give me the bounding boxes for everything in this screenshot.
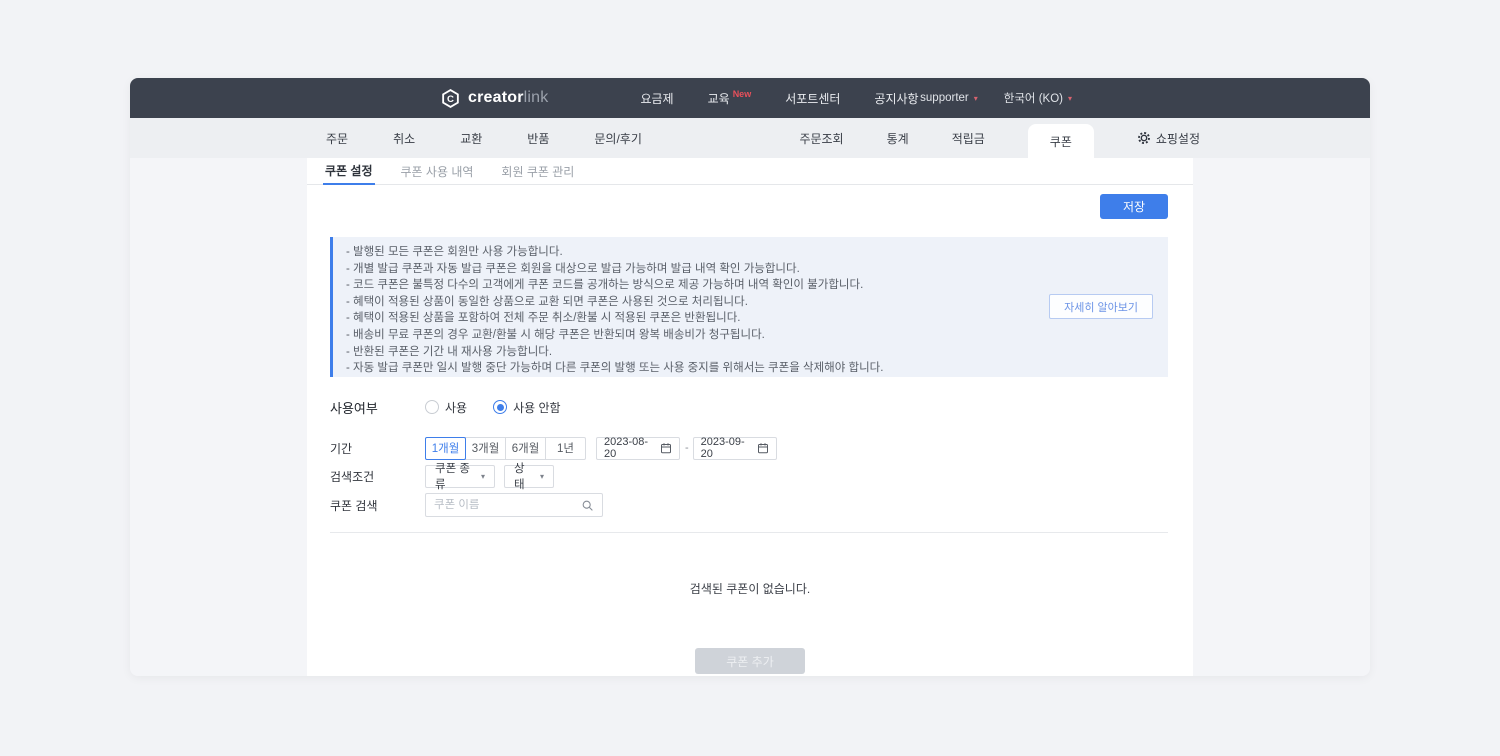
account-dropdown[interactable]: supporter ▾ <box>920 92 978 104</box>
notice-line: - 혜택이 적용된 상품이 동일한 상품으로 교환 되면 쿠폰은 사용된 것으로… <box>346 295 748 308</box>
brand-bold: creator <box>468 89 524 106</box>
creatorlink-hexagon-icon: C <box>440 88 461 109</box>
language-dropdown[interactable]: 한국어 (KO) ▾ <box>1004 90 1072 106</box>
subnav-item-order-lookup[interactable]: 주문조회 <box>799 130 843 147</box>
subnav-item-cancel[interactable]: 취소 <box>393 130 415 147</box>
learn-more-button[interactable]: 자세히 알아보기 <box>1049 294 1153 319</box>
usage-radio-group: 사용 사용 안함 <box>425 399 561 416</box>
notice-line: - 혜택이 적용된 상품을 포함하여 전체 주문 취소/환불 시 적용된 쿠폰은… <box>346 312 741 325</box>
subnav-item-inquiry-review[interactable]: 문의/후기 <box>594 130 642 147</box>
search-condition-label: 검색조건 <box>330 469 375 484</box>
start-date-value: 2023-08-20 <box>604 436 649 460</box>
status-value: 상태 <box>514 463 525 491</box>
svg-text:C: C <box>447 94 454 105</box>
subnav-item-statistics[interactable]: 통계 <box>887 130 909 147</box>
save-button[interactable]: 저장 <box>1100 194 1168 219</box>
coupon-tab-bar: 쿠폰 설정 쿠폰 사용 내역 회원 쿠폰 관리 <box>307 158 1193 185</box>
usage-label: 사용여부 <box>330 400 378 416</box>
subnav-item-return[interactable]: 반품 <box>527 130 549 147</box>
end-date-field[interactable]: 2023-09-20 <box>692 436 777 460</box>
top-navbar: C creatorlink 요금제 교육 New 서포트센터 공지사항 suppo… <box>130 78 1370 118</box>
status-dropdown[interactable]: 상태 ▾ <box>504 463 554 491</box>
main-area: 쿠폰 설정 쿠폰 사용 내역 회원 쿠폰 관리 저장 - 발행된 모든 쿠폰은 … <box>130 158 1370 676</box>
subnav-left-group: 주문 취소 교환 반품 문의/후기 <box>326 130 642 147</box>
period-preset-group: 1개월 3개월 6개월 1년 <box>425 436 586 460</box>
calendar-icon <box>660 442 672 454</box>
gear-icon <box>1137 131 1151 145</box>
subnav-item-points[interactable]: 적립금 <box>952 130 985 147</box>
end-date-value: 2023-09-20 <box>700 436 745 460</box>
empty-results-message: 검색된 쿠폰이 없습니다. <box>689 582 811 596</box>
brand-light: link <box>523 89 549 106</box>
radio-dot <box>496 403 504 411</box>
coupon-type-dropdown[interactable]: 쿠폰 종류 ▾ <box>425 463 495 491</box>
subnav-item-shop-settings[interactable]: 쇼핑설정 <box>1137 130 1200 147</box>
coupon-name-input[interactable] <box>434 499 581 511</box>
preset-1year-button[interactable]: 1년 <box>545 436 586 460</box>
top-menu: 요금제 교육 New 서포트센터 공지사항 <box>640 88 918 107</box>
search-condition-row: 검색조건 쿠폰 종류 ▾ 상태 ▾ <box>330 463 1193 491</box>
period-label: 기간 <box>330 441 353 456</box>
notice-line: - 코드 쿠폰은 불특정 다수의 고객에게 쿠폰 코드를 공개하는 방식으로 제… <box>346 279 864 292</box>
shop-subnav: 주문 취소 교환 반품 문의/후기 주문조회 통계 적립금 쿠폰 쇼핑설정 <box>130 118 1370 158</box>
coupon-search-form: 사용여부 사용 사용 안함 기간 1개월 3개월 6개월 1년 2023-08-… <box>330 395 1193 517</box>
coupon-notice-box: - 발행된 모든 쿠폰은 회원만 사용 가능합니다. - 개별 발급 쿠폰과 자… <box>330 237 1168 377</box>
coupon-settings-panel: 쿠폰 설정 쿠폰 사용 내역 회원 쿠폰 관리 저장 - 발행된 모든 쿠폰은 … <box>307 158 1193 676</box>
calendar-icon <box>757 442 769 454</box>
menu-item-notice[interactable]: 공지사항 <box>874 90 918 107</box>
subnav-item-orders[interactable]: 주문 <box>326 130 348 147</box>
menu-item-education[interactable]: 교육 New <box>708 88 752 107</box>
notice-line: - 배송비 무료 쿠폰의 경우 교환/환불 시 해당 쿠폰은 반환되며 왕복 배… <box>346 328 765 341</box>
subnav-tab-coupon[interactable]: 쿠폰 <box>1027 124 1094 158</box>
coupon-type-value: 쿠폰 종류 <box>435 463 470 491</box>
subnav-item-exchange[interactable]: 교환 <box>460 130 482 147</box>
add-coupon-row: 쿠폰 추가 <box>307 648 1193 674</box>
menu-item-support-center[interactable]: 서포트센터 <box>785 90 840 107</box>
notice-line: - 발행된 모든 쿠폰은 회원만 사용 가능합니다. <box>346 246 563 258</box>
usage-row: 사용여부 사용 사용 안함 <box>330 395 1193 419</box>
chevron-down-icon: ▾ <box>1067 93 1072 103</box>
radio-disable-label: 사용 안함 <box>513 400 561 415</box>
notice-line: - 반환된 쿠폰은 기간 내 재사용 가능합니다. <box>346 345 553 358</box>
subnav-right-group: 주문조회 통계 적립금 쿠폰 쇼핑설정 <box>799 118 1370 158</box>
top-right-menu: supporter ▾ 한국어 (KO) ▾ <box>920 90 1072 106</box>
preset-1month-button[interactable]: 1개월 <box>425 436 466 460</box>
add-coupon-button[interactable]: 쿠폰 추가 <box>695 648 805 674</box>
new-badge: New <box>732 88 752 99</box>
preset-6month-button[interactable]: 6개월 <box>505 436 546 460</box>
creatorlink-logo[interactable]: C creatorlink <box>440 88 548 109</box>
search-icon <box>581 499 594 512</box>
chevron-down-icon: ▾ <box>539 471 544 481</box>
date-range-separator: - <box>685 442 689 454</box>
coupon-search-box <box>425 493 603 517</box>
radio-use[interactable]: 사용 <box>425 399 467 416</box>
menu-item-pricing[interactable]: 요금제 <box>640 90 673 107</box>
period-row: 기간 1개월 3개월 6개월 1년 2023-08-20 - 2023-09-2… <box>330 436 1193 460</box>
brand-text: creatorlink <box>468 89 548 107</box>
tab-coupon-usage-history[interactable]: 쿠폰 사용 내역 <box>399 158 476 185</box>
results-divider <box>330 532 1168 533</box>
radio-circle-checked <box>493 400 508 414</box>
radio-disable[interactable]: 사용 안함 <box>493 399 561 416</box>
radio-circle-unchecked <box>425 400 439 414</box>
app-window: C creatorlink 요금제 교육 New 서포트센터 공지사항 suppo… <box>130 78 1370 676</box>
coupon-search-label: 쿠폰 검색 <box>330 498 378 513</box>
coupon-search-row: 쿠폰 검색 <box>330 493 1193 517</box>
tab-member-coupon-management[interactable]: 회원 쿠폰 관리 <box>499 158 576 185</box>
radio-use-label: 사용 <box>445 400 468 415</box>
tab-coupon-settings[interactable]: 쿠폰 설정 <box>323 158 375 185</box>
start-date-field[interactable]: 2023-08-20 <box>596 436 680 460</box>
notice-line: - 개별 발급 쿠폰과 자동 발급 쿠폰은 회원을 대상으로 발급 가능하며 발… <box>346 262 800 275</box>
notice-line: - 자동 발급 쿠폰만 일시 발행 중단 가능하며 다른 쿠폰의 발행 또는 사… <box>346 362 884 375</box>
chevron-down-icon: ▾ <box>973 93 978 103</box>
preset-3month-button[interactable]: 3개월 <box>465 436 506 460</box>
toolbar: 저장 <box>307 185 1193 219</box>
chevron-down-icon: ▾ <box>480 471 485 481</box>
